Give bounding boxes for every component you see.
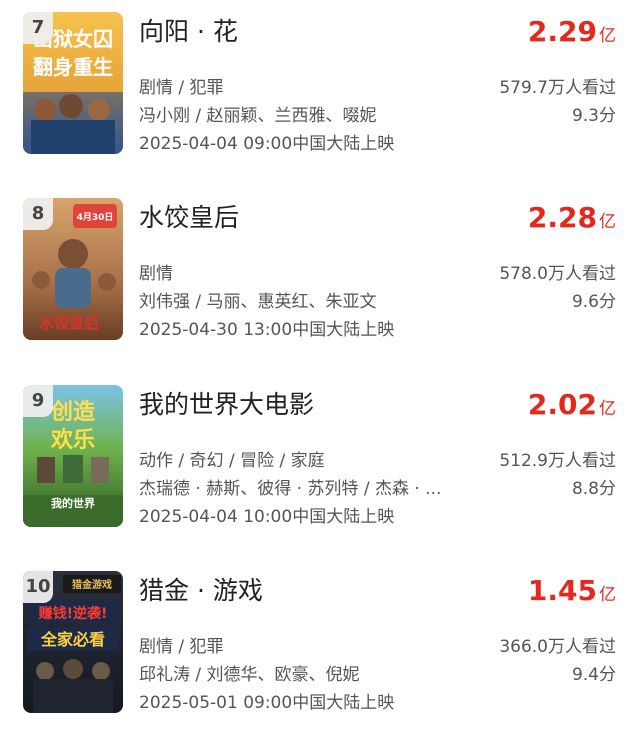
- movie-rating: 9.4分: [571, 665, 616, 685]
- movie-genre: 剧情 / 犯罪: [139, 78, 224, 98]
- movie-cast: 邱礼涛 / 刘德华、欧豪、倪妮: [139, 665, 360, 685]
- poster-title: 猎金游戏: [72, 578, 112, 591]
- box-office: 2.28 亿: [528, 201, 616, 239]
- movie-genre: 剧情: [139, 264, 173, 284]
- poster-date: 4月30日: [77, 212, 114, 223]
- movie-viewers: 579.7万人看过: [499, 78, 616, 98]
- box-office-value: 2.29: [527, 15, 597, 48]
- box-office: 2.29 亿: [528, 15, 616, 53]
- box-office-unit: 亿: [599, 26, 616, 46]
- rank-badge: 10: [23, 571, 53, 603]
- movie-row-10[interactable]: 猎金游戏 赚钱!逆袭! 全家必看 10 猎金 · 游戏 1.45 亿 剧情 / 犯…: [0, 559, 640, 719]
- box-office-unit: 亿: [599, 399, 616, 419]
- movie-row-7[interactable]: 出狱女囚 翻身重生 7 向阳 · 花 2.29 亿 剧情 / 犯罪 冯小刚 / 赵…: [0, 0, 640, 160]
- movie-genre: 剧情 / 犯罪: [139, 637, 224, 657]
- movie-title[interactable]: 猎金 · 游戏: [139, 575, 263, 607]
- movie-row-9[interactable]: 创造 欢乐 我的世界 9 我的世界大电影 2.02 亿 动作 / 奇幻 / 冒险 …: [0, 373, 640, 533]
- box-office-unit: 亿: [599, 585, 616, 605]
- movie-rating: 9.6分: [571, 292, 616, 312]
- movie-release: 2025-04-30 13:00中国大陆上映: [139, 320, 395, 340]
- movie-title[interactable]: 我的世界大电影: [139, 389, 314, 421]
- rank-badge: 9: [23, 385, 53, 417]
- movie-rating: 8.8分: [571, 479, 616, 499]
- box-office-value: 1.45: [527, 574, 597, 607]
- movie-poster-7[interactable]: 出狱女囚 翻身重生 7: [23, 12, 123, 154]
- poster-title: 我的世界: [51, 496, 95, 510]
- movie-title[interactable]: 水饺皇后: [139, 202, 239, 234]
- poster-title: 水饺皇后: [39, 314, 99, 332]
- movie-release: 2025-04-04 09:00中国大陆上映: [139, 134, 395, 154]
- movie-cast: 冯小刚 / 赵丽颖、兰西雅、啜妮: [139, 106, 377, 126]
- movie-viewers: 366.0万人看过: [499, 637, 616, 657]
- box-office-value: 2.02: [527, 388, 597, 421]
- movie-cast: 刘伟强 / 马丽、惠英红、朱亚文: [139, 292, 377, 312]
- box-office-list: 出狱女囚 翻身重生 7 向阳 · 花 2.29 亿 剧情 / 犯罪 冯小刚 / 赵…: [0, 0, 640, 733]
- movie-row-8[interactable]: 4月30日 水饺皇后 8 水饺皇后 2.28 亿 剧情 刘伟强 / 马丽、惠英红、…: [0, 186, 640, 346]
- box-office: 1.45 亿: [528, 574, 616, 612]
- poster-tagline-2: 全家必看: [40, 630, 105, 649]
- movie-viewers: 578.0万人看过: [499, 264, 616, 284]
- poster-tagline-2: 翻身重生: [33, 55, 113, 79]
- movie-rating: 9.3分: [571, 106, 616, 126]
- box-office-unit: 亿: [599, 212, 616, 232]
- poster-tagline-1: 创造: [50, 400, 95, 425]
- movie-cast: 杰瑞德 · 赫斯、彼得 · 苏列特 / 杰森 · ...: [139, 479, 442, 499]
- movie-poster-10[interactable]: 猎金游戏 赚钱!逆袭! 全家必看 10: [23, 571, 123, 713]
- movie-poster-8[interactable]: 4月30日 水饺皇后 8: [23, 198, 123, 340]
- movie-viewers: 512.9万人看过: [499, 451, 616, 471]
- movie-poster-9[interactable]: 创造 欢乐 我的世界 9: [23, 385, 123, 527]
- box-office-value: 2.28: [527, 201, 597, 234]
- movie-genre: 动作 / 奇幻 / 冒险 / 家庭: [139, 451, 325, 471]
- movie-release: 2025-05-01 09:00中国大陆上映: [139, 693, 395, 713]
- movie-release: 2025-04-04 10:00中国大陆上映: [139, 507, 395, 527]
- box-office: 2.02 亿: [528, 388, 616, 426]
- rank-badge: 8: [23, 198, 53, 230]
- poster-tagline-1: 赚钱!逆袭!: [38, 605, 108, 622]
- poster-tagline-2: 欢乐: [50, 427, 95, 453]
- movie-title[interactable]: 向阳 · 花: [139, 16, 238, 48]
- rank-badge: 7: [23, 12, 53, 44]
